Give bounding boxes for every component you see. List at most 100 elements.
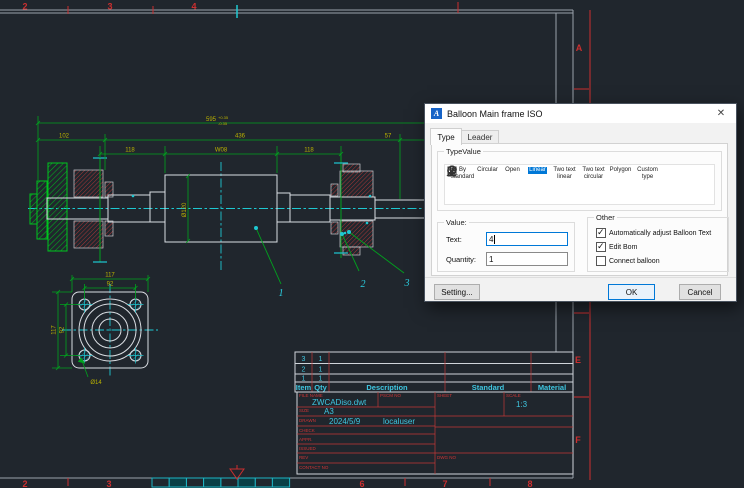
dim-overall: 595 xyxy=(206,117,217,123)
label-scale: SCALE xyxy=(506,393,521,398)
zone-right-e: E xyxy=(575,355,581,365)
type-open[interactable]: 1 Open xyxy=(500,167,525,174)
bom-table: 3 1 2 1 1 1 Item Qty Description Standar… xyxy=(295,352,573,392)
dim-flange-117-top: 117 xyxy=(105,273,115,279)
label-appr: APPR. xyxy=(299,437,313,442)
checkbox-edit-bom[interactable]: Edit Bom xyxy=(596,242,637,252)
value-drawn-date: 2024/5/9 xyxy=(329,417,361,426)
dim-flange-117-left: 117 xyxy=(52,325,58,335)
dim-118-right: 118 xyxy=(304,148,314,154)
dim-436: 436 xyxy=(235,134,246,140)
typevalue-group-label: TypeValue xyxy=(444,147,483,156)
checkbox-icon xyxy=(596,228,606,238)
checkbox-label: Edit Bom xyxy=(609,244,637,251)
bom-row2-item: 2 xyxy=(302,367,306,374)
balloon-1[interactable]: 1 xyxy=(279,288,284,299)
value-group: Value: Text: 4 Quantity: 1 xyxy=(437,222,575,272)
bom-row3-item: 1 xyxy=(302,376,306,383)
type-two-text-circular[interactable]: Two text circular xyxy=(579,167,608,181)
zone-top-4: 4 xyxy=(191,2,196,12)
text-cursor xyxy=(494,235,495,244)
type-label: Custom xyxy=(637,167,658,174)
other-group-label: Other xyxy=(594,213,617,222)
text-label: Text: xyxy=(446,235,462,244)
text-input[interactable]: 4 xyxy=(486,232,568,246)
dim-w08: W08 xyxy=(215,148,228,154)
dim-118-left: 118 xyxy=(125,148,135,154)
cad-application-canvas: 2 3 4 2 3 6 7 8 A E F xyxy=(0,0,744,488)
dim-flange-dia14: Ø14 xyxy=(90,380,102,386)
zone-top-2: 2 xyxy=(22,2,27,12)
shaft-assembly-section-view xyxy=(28,155,434,272)
text-input-value: 4 xyxy=(489,235,493,244)
dim-flange-92-left: 92 xyxy=(60,326,66,333)
label-issued: ISSUED xyxy=(299,446,317,451)
zwcad-app-icon xyxy=(431,108,442,119)
typevalue-group: TypeValue 1 By standard 1 Circular xyxy=(437,151,722,211)
type-tab-panel: TypeValue 1 By standard 1 Circular xyxy=(431,143,728,276)
label-contact-no: CONTACT NO xyxy=(299,465,329,470)
tab-type[interactable]: Type xyxy=(430,128,462,145)
checkbox-connect-balloon[interactable]: Connect balloon xyxy=(596,256,660,266)
label-pscm-no: PSCM NO xyxy=(380,393,402,398)
zone-bottom-2: 2 xyxy=(22,479,27,488)
bom-row1-qty: 1 xyxy=(319,356,323,363)
bom-row2-qty: 1 xyxy=(319,367,323,374)
zone-bottom-7: 7 xyxy=(442,479,447,488)
balloon-2[interactable]: 2 xyxy=(361,279,366,290)
close-icon[interactable]: ✕ xyxy=(712,106,730,121)
balloon-dialog: Balloon Main frame ISO ✕ Type Leader Typ… xyxy=(424,103,737,302)
type-label: circular xyxy=(584,174,603,181)
label-size: SIZE xyxy=(299,408,309,413)
label-check: CHECK xyxy=(299,428,315,433)
type-custom[interactable]: Custom type xyxy=(633,167,662,181)
value-group-label: Value: xyxy=(444,218,469,227)
label-drawn: DRAWN xyxy=(299,418,316,423)
dim-102: 102 xyxy=(59,134,70,140)
type-label: Circular xyxy=(477,167,498,174)
checkbox-icon xyxy=(596,256,606,266)
zone-bottom-8: 8 xyxy=(527,479,532,488)
bom-row1-item: 3 xyxy=(302,356,306,363)
type-linear[interactable]: Linear xyxy=(525,167,550,174)
type-circular[interactable]: 1 Circular xyxy=(475,167,500,174)
quantity-input-value: 1 xyxy=(489,255,493,264)
dimensions: 595 +0.35 -0.35 102 436 57 118 W08 118 Ø… xyxy=(36,115,442,386)
checkbox-icon xyxy=(596,242,606,252)
dialog-title: Balloon Main frame ISO xyxy=(447,109,707,119)
fold-mark xyxy=(230,465,244,479)
type-polygon[interactable]: 1 Polygon xyxy=(608,167,633,174)
other-group: Other Automatically adjust Balloon Text … xyxy=(587,217,729,272)
type-label: type xyxy=(642,174,653,181)
zone-bottom-6: 6 xyxy=(359,479,364,488)
zone-right-f: F xyxy=(575,435,581,445)
bom-header-item: Item xyxy=(296,383,312,392)
dim-flange-92-top: 92 xyxy=(107,282,114,288)
checkbox-auto-adjust[interactable]: Automatically adjust Balloon Text xyxy=(596,228,711,238)
dim-dia120: Ø120 xyxy=(182,202,188,217)
balloon-3[interactable]: 3 xyxy=(404,278,410,289)
label-sheet: SHEET xyxy=(437,393,452,398)
cancel-button[interactable]: Cancel xyxy=(679,284,721,300)
type-two-text-linear[interactable]: A Two text linear xyxy=(550,167,579,181)
dim-overall-sub: -0.35 xyxy=(218,121,228,126)
zone-right-a: A xyxy=(576,43,583,53)
bom-header-description: Description xyxy=(366,383,408,392)
value-size: A3 xyxy=(324,407,334,416)
value-scale: 1:3 xyxy=(516,400,528,409)
type-label-selected: Linear xyxy=(528,167,547,174)
custom-type-icon xyxy=(445,165,459,178)
dim-overall-sup: +0.35 xyxy=(218,115,229,120)
label-dwg-no: DWG NO xyxy=(437,455,456,460)
type-label: Two text xyxy=(553,167,575,174)
type-label: Two text xyxy=(582,167,604,174)
quantity-label: Quantity: xyxy=(446,255,476,264)
dialog-titlebar[interactable]: Balloon Main frame ISO ✕ xyxy=(425,104,736,123)
quantity-input[interactable]: 1 xyxy=(486,252,568,266)
setting-button[interactable]: Setting... xyxy=(434,284,480,300)
type-label: By xyxy=(459,167,466,174)
value-file-name: ZWCADiso.dwt xyxy=(312,398,367,407)
ok-button[interactable]: OK xyxy=(608,284,655,300)
checkbox-label: Connect balloon xyxy=(609,258,660,265)
tab-leader[interactable]: Leader xyxy=(461,130,499,144)
